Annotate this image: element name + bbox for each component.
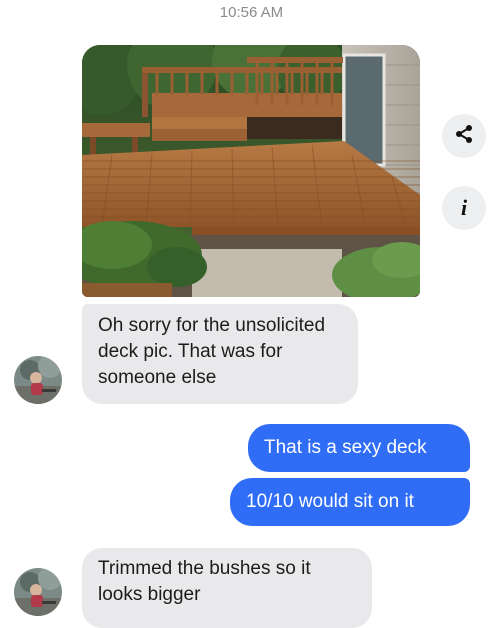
deck-photo[interactable]: [82, 45, 420, 297]
message-timestamp: 10:56 AM: [219, 4, 284, 21]
incoming-message-bubble[interactable]: Trimmed the bushes so it looks bigger: [82, 548, 372, 628]
info-icon: i: [460, 195, 468, 220]
message-text-line: Oh sorry for the unsolicited: [98, 315, 326, 336]
share-button[interactable]: [442, 114, 486, 158]
message-text-line: Trimmed the bushes so it: [98, 558, 311, 579]
message-text-line: someone else: [98, 367, 217, 388]
outgoing-message-bubble[interactable]: That is a sexy deck: [248, 424, 470, 472]
contact-avatar[interactable]: [14, 356, 62, 404]
incoming-message-bubble[interactable]: Oh sorry for the unsolicited deck pic. T…: [82, 304, 358, 404]
info-button[interactable]: i: [442, 186, 486, 230]
share-icon: [454, 124, 474, 149]
message-text-line: deck pic. That was for: [98, 341, 283, 362]
message-text-line: looks bigger: [98, 584, 201, 605]
outgoing-message-bubble[interactable]: 10/10 would sit on it: [230, 478, 470, 526]
